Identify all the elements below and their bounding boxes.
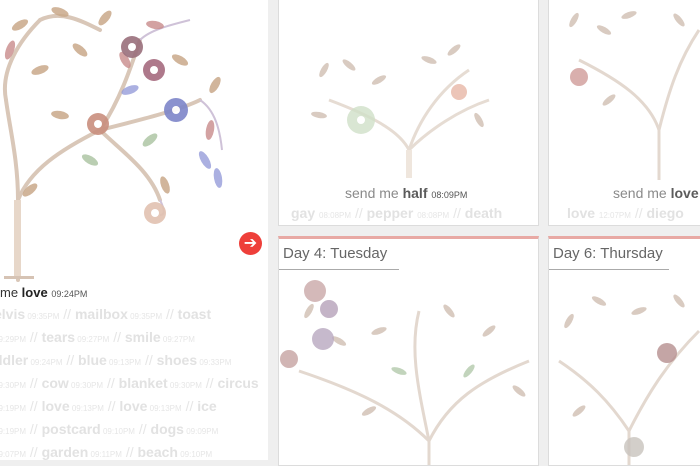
word-time: 09:27PM: [160, 335, 195, 344]
caption-word: half: [402, 185, 428, 201]
card-tree-illustration: [569, 11, 700, 180]
word-separator: //: [121, 444, 138, 460]
card-tree-illustration: [311, 44, 490, 178]
word-time: 09:24PM: [28, 358, 63, 367]
caption-prefix: send me: [345, 185, 403, 201]
main-caption: me love 09:24PM: [0, 285, 87, 300]
word-time: 09:13PM: [69, 404, 104, 413]
word-time: 09:07PM: [0, 450, 27, 459]
word-separator: //: [162, 306, 178, 322]
word-separator: //: [103, 398, 120, 414]
word: garden: [41, 444, 89, 460]
word-separator: //: [26, 398, 42, 414]
word: blanket: [118, 375, 168, 391]
word-time: 09:35PM: [25, 312, 60, 321]
word: love: [119, 398, 148, 414]
word-time: 12:07PM: [598, 211, 631, 220]
day-card[interactable]: send me half 08:09PM gay 08:08PM // pepp…: [278, 0, 539, 226]
word-separator: //: [109, 329, 125, 345]
word: beach: [137, 444, 178, 460]
card-caption: send me half 08:09PM: [345, 185, 467, 201]
word-line: 09:19PM // love 09:13PM // love 09:13PM …: [0, 396, 259, 419]
main-day-panel: me love 09:24PM elvis 09:35PM // mailbox…: [0, 0, 268, 460]
word: circus: [217, 375, 259, 391]
word-time: 08:08PM: [417, 211, 450, 220]
word-separator: //: [59, 306, 75, 322]
card-tree-illustration: [280, 280, 530, 465]
day-card[interactable]: Day 4: Tuesday: [278, 236, 539, 466]
day-card[interactable]: send me love love 12:07PM // diego: [548, 0, 700, 226]
word-time: 09:13PM: [106, 358, 142, 367]
word: tears: [41, 329, 76, 345]
word-time: 09:09PM: [183, 427, 219, 436]
word-separator: //: [181, 398, 198, 414]
main-tree-illustration: [2, 7, 223, 282]
word-time: 09:19PM: [0, 427, 27, 436]
word: mailbox: [74, 306, 128, 322]
word: gay: [291, 205, 316, 221]
word-time: 09:29PM: [0, 335, 27, 344]
word: toast: [177, 306, 212, 322]
word-line: 09:07PM // garden 09:11PM // beach 09:10…: [0, 442, 259, 460]
word-time: 09:10PM: [177, 450, 213, 459]
word-separator: //: [103, 375, 119, 391]
day-title-underline: [279, 269, 399, 270]
next-day-button[interactable]: ➔: [239, 232, 262, 255]
word: diego: [646, 205, 684, 221]
word: smile: [124, 329, 161, 345]
word: elvis: [0, 306, 26, 322]
word-time: 09:27PM: [75, 335, 110, 344]
word-time: 09:30PM: [0, 381, 27, 390]
caption-word: love: [21, 285, 48, 300]
word: pepper: [366, 205, 414, 221]
day-title: Day 4: Tuesday: [283, 245, 388, 262]
caption-time: 09:24PM: [51, 289, 88, 299]
card-caption: send me love: [613, 185, 699, 201]
word-time: 08:08PM: [319, 211, 352, 220]
word-separator: //: [134, 421, 151, 437]
word-line: 09:19PM // postcard 09:10PM // dogs 09:0…: [0, 419, 259, 442]
word-time: 09:19PM: [0, 404, 27, 413]
word: love: [41, 398, 70, 414]
word-time: 09:33PM: [197, 358, 232, 367]
word-time: 09:11PM: [88, 450, 122, 459]
word-time: 09:30PM: [167, 381, 202, 390]
caption-time: 08:09PM: [431, 190, 468, 200]
word: love: [567, 205, 596, 221]
word: ice: [197, 398, 217, 414]
word: blue: [78, 352, 107, 368]
word-line: elvis 09:35PM // mailbox 09:35PM // toas…: [0, 304, 259, 327]
caption-prefix: send me: [613, 185, 671, 201]
word-time: 09:10PM: [100, 427, 135, 436]
word: postcard: [41, 421, 101, 437]
word-line: 09:30PM // cow 09:30PM // blanket 09:30P…: [0, 373, 259, 396]
day-card[interactable]: Day 6: Thursday: [548, 236, 700, 466]
word-separator: //: [141, 352, 157, 368]
word-line: 09:29PM // tears 09:27PM // smile 09:27P…: [0, 327, 259, 350]
word-separator: //: [201, 375, 218, 391]
word: ddler: [0, 352, 29, 368]
word-separator: //: [62, 352, 79, 368]
day-title-underline: [549, 269, 669, 270]
caption-prefix: me: [0, 285, 22, 300]
word-separator: //: [26, 329, 42, 345]
word-separator: //: [26, 375, 42, 391]
word: cow: [41, 375, 69, 391]
card-word-list: love 12:07PM // diego: [567, 205, 684, 221]
word-line: ddler 09:24PM // blue 09:13PM // shoes 0…: [0, 350, 259, 373]
word-time: 09:35PM: [127, 312, 163, 321]
caption-word: love: [670, 185, 699, 201]
word-separator: //: [26, 444, 42, 460]
word: shoes: [156, 352, 198, 368]
word-time: 09:30PM: [68, 381, 104, 390]
main-word-list: elvis 09:35PM // mailbox 09:35PM // toas…: [0, 304, 259, 460]
arrow-right-icon: ➔: [243, 235, 258, 252]
card-word-list: gay 08:08PM // pepper 08:08PM // death: [291, 205, 503, 221]
word-separator: //: [26, 421, 42, 437]
card-tree-illustration: [558, 294, 700, 465]
word: death: [464, 205, 503, 221]
day-title: Day 6: Thursday: [553, 245, 663, 262]
word-time: 09:13PM: [147, 404, 182, 413]
word: dogs: [150, 421, 184, 437]
